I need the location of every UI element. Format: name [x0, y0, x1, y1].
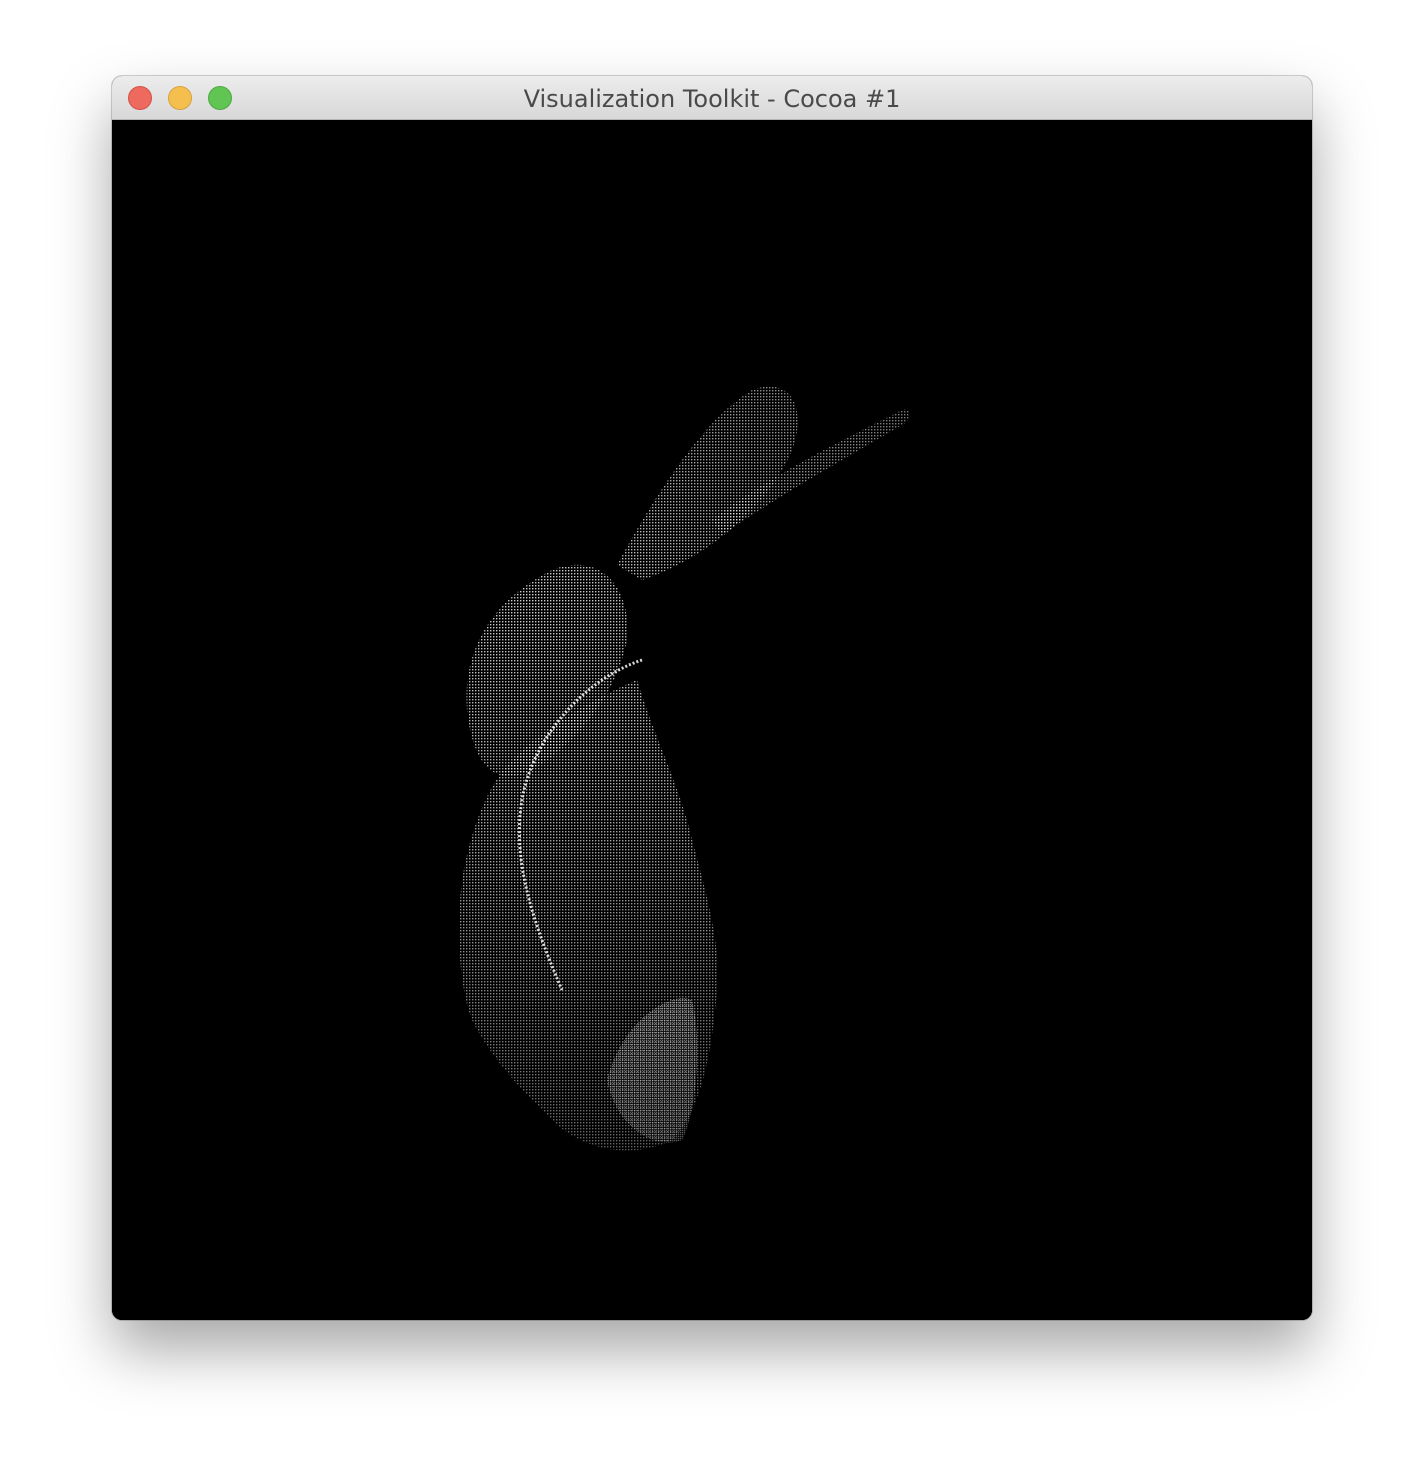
window-title: Visualization Toolkit - Cocoa #1	[523, 85, 901, 113]
title-bar[interactable]: Visualization Toolkit - Cocoa #1	[112, 76, 1312, 120]
point-cloud-render	[459, 386, 910, 1151]
vtk-window: Visualization Toolkit - Cocoa #1	[112, 76, 1312, 1320]
render-viewport[interactable]	[112, 120, 1312, 1320]
